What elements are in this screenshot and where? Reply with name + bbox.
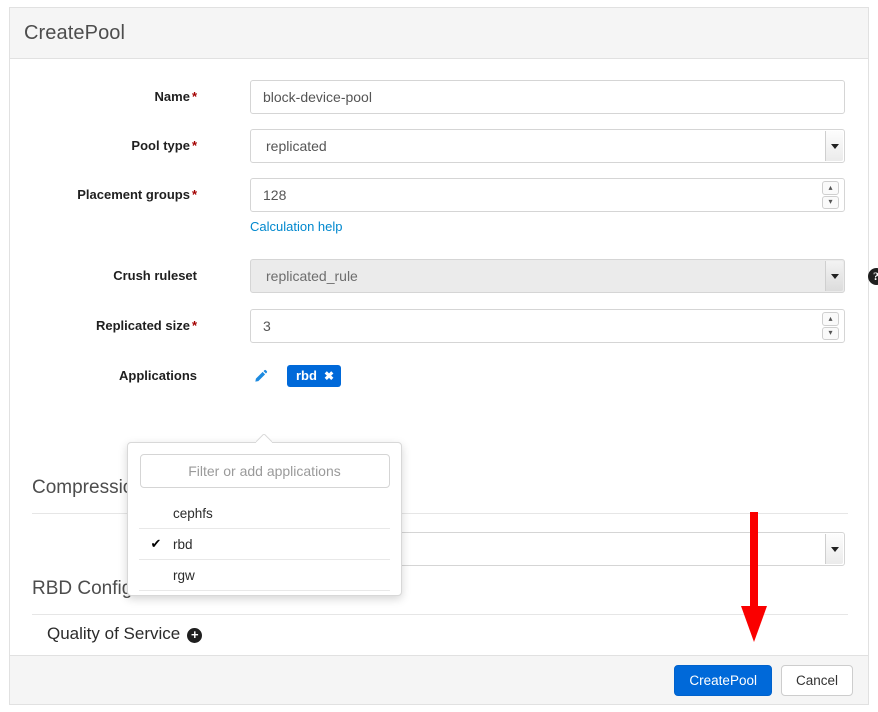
control-name bbox=[250, 80, 868, 114]
application-option-cephfs[interactable]: cephfs bbox=[139, 498, 390, 529]
create-pool-button[interactable]: CreatePool bbox=[674, 664, 772, 696]
label-pool-type: Pool type * bbox=[131, 138, 197, 153]
application-option-label: rbd bbox=[173, 536, 193, 552]
application-badge-rbd[interactable]: rbd ✖ bbox=[287, 365, 342, 387]
chevron-down-icon[interactable] bbox=[825, 131, 843, 161]
pencil-icon[interactable] bbox=[249, 365, 271, 387]
application-option-rbd[interactable]: ✔ rbd bbox=[139, 529, 390, 560]
label-crush-ruleset: Crush ruleset bbox=[113, 268, 197, 283]
applications-dropdown: cephfs ✔ rbd rgw bbox=[127, 442, 402, 596]
control-replicated-size: ▴ ▾ bbox=[250, 309, 868, 343]
crush-ruleset-value: replicated_rule bbox=[266, 268, 358, 284]
field-row-pool-type: Pool type * replicated bbox=[10, 129, 868, 163]
quality-of-service-label: Quality of Service bbox=[47, 624, 181, 643]
placement-groups-stepper[interactable]: ▴ ▾ bbox=[822, 181, 839, 209]
required-marker: * bbox=[191, 89, 197, 104]
check-icon: ✔ bbox=[150, 536, 162, 551]
stepper-down-icon[interactable]: ▾ bbox=[822, 326, 839, 340]
application-option-label: rgw bbox=[173, 567, 195, 583]
field-row-name: Name * bbox=[10, 80, 868, 114]
control-pool-type: replicated bbox=[250, 129, 868, 163]
application-badge-label: rbd bbox=[296, 368, 317, 383]
required-marker: * bbox=[191, 318, 197, 333]
dialog-header: CreatePool bbox=[10, 8, 868, 59]
control-placement-groups: ▴ ▾ Calculation help bbox=[250, 178, 868, 234]
question-mark-icon: ? bbox=[867, 267, 878, 285]
plus-circle-icon[interactable]: + bbox=[187, 627, 203, 643]
chevron-down-icon[interactable] bbox=[825, 534, 843, 564]
page-title: CreatePool bbox=[24, 21, 126, 44]
crush-ruleset-select[interactable]: replicated_rule bbox=[250, 259, 845, 293]
field-row-placement-groups: Placement groups* ▴ ▾ Calculation help bbox=[10, 178, 868, 234]
field-row-replicated-size: Replicated size* ▴ ▾ bbox=[10, 309, 868, 343]
applications-filter-input[interactable] bbox=[139, 454, 390, 488]
cancel-button[interactable]: Cancel bbox=[780, 664, 853, 696]
label-replicated-size: Replicated size * bbox=[96, 318, 197, 333]
calculation-help-link[interactable]: Calculation help bbox=[250, 219, 868, 234]
stepper-down-icon[interactable]: ▾ bbox=[822, 195, 839, 209]
field-row-crush-ruleset: Crush ruleset replicated_rule ? bbox=[10, 259, 878, 293]
replicated-size-stepper[interactable]: ▴ ▾ bbox=[822, 312, 839, 340]
close-icon[interactable]: ✖ bbox=[324, 370, 334, 382]
create-pool-dialog: CreatePool Name* Pool type* replicated P… bbox=[9, 7, 878, 705]
section-divider-rbd-configuration bbox=[32, 614, 848, 615]
label-placement-groups: Placement groups * bbox=[77, 187, 197, 202]
stepper-up-icon[interactable]: ▴ bbox=[822, 181, 839, 195]
pool-type-select[interactable]: replicated bbox=[250, 129, 845, 163]
dropdown-caret bbox=[256, 434, 272, 443]
label-applications: Applications bbox=[118, 368, 197, 383]
control-crush-ruleset: replicated_rule ? bbox=[250, 259, 878, 293]
application-option-rgw[interactable]: rgw bbox=[139, 560, 390, 591]
name-input[interactable] bbox=[250, 80, 845, 114]
pool-type-value: replicated bbox=[266, 138, 327, 154]
dialog-body: Name* Pool type* replicated Placement gr… bbox=[10, 59, 878, 660]
required-marker: * bbox=[191, 138, 197, 153]
crush-ruleset-help-button[interactable]: ? bbox=[862, 262, 878, 290]
dialog-footer: CreatePool Cancel bbox=[10, 655, 868, 704]
field-row-applications: Applications rbd ✖ bbox=[10, 359, 868, 393]
quality-of-service-toggle[interactable]: Quality of Service + bbox=[47, 624, 203, 644]
placement-groups-input[interactable] bbox=[250, 178, 845, 212]
required-marker: * bbox=[191, 187, 197, 202]
stepper-up-icon[interactable]: ▴ bbox=[822, 312, 839, 326]
replicated-size-input[interactable] bbox=[250, 309, 845, 343]
chevron-down-icon[interactable] bbox=[825, 261, 843, 291]
control-applications: rbd ✖ bbox=[250, 359, 868, 393]
application-option-label: cephfs bbox=[173, 505, 213, 521]
label-name: Name * bbox=[154, 89, 197, 104]
applications-option-list: cephfs ✔ rbd rgw bbox=[128, 498, 401, 591]
